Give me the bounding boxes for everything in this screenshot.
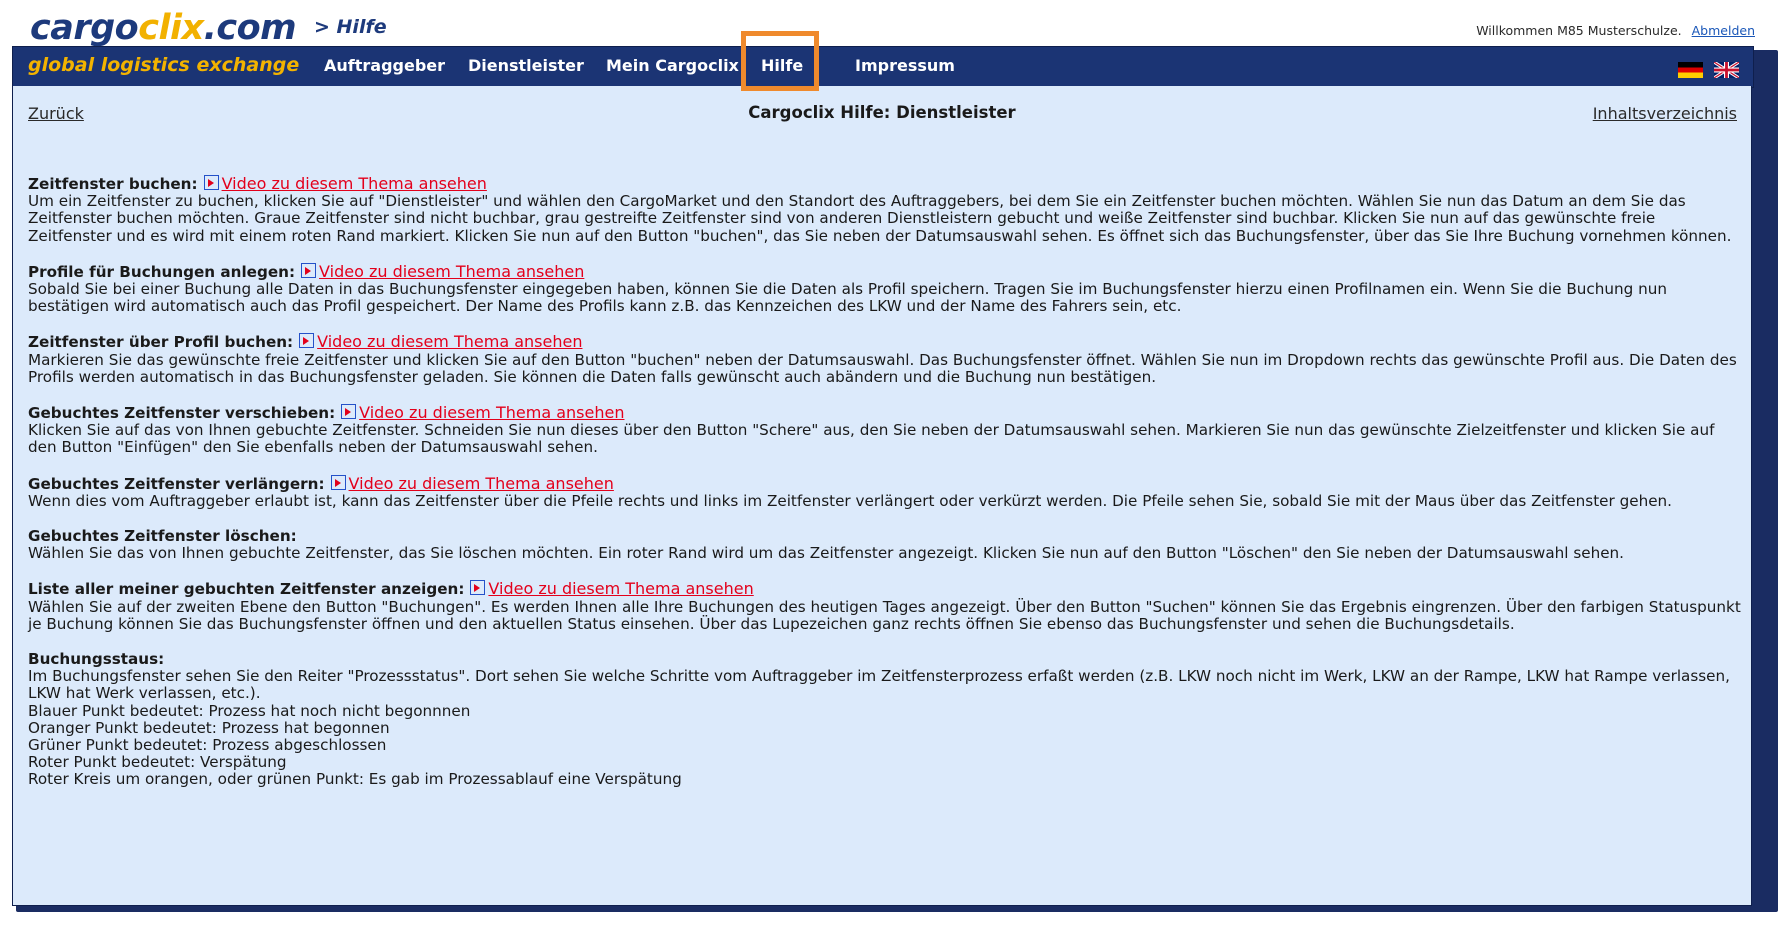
video-play-icon[interactable] xyxy=(203,175,219,190)
video-link[interactable]: Video zu diesem Thema ansehen xyxy=(488,579,753,598)
section-heading: Gebuchtes Zeitfenster löschen: xyxy=(28,527,297,546)
help-section: Liste aller meiner gebuchten Zeitfenster… xyxy=(28,580,1743,633)
video-play-icon[interactable] xyxy=(470,580,486,596)
section-text: Wenn dies vom Auftraggeber erlaubt ist, … xyxy=(28,491,1672,510)
section-heading: Zeitfenster buchen: xyxy=(28,175,198,193)
help-sections: Zeitfenster buchen: Video zu diesem Thema… xyxy=(28,175,1743,807)
section-text: Wählen Sie auf der zweiten Ebene den But… xyxy=(28,597,1741,633)
section-text: Sobald Sie bei einer Buchung alle Daten … xyxy=(28,280,1667,316)
logout-link[interactable]: Abmelden xyxy=(1692,23,1755,38)
status-intro: Im Buchungsfenster sehen Sie den Reiter … xyxy=(28,667,1730,703)
main-nav-bar: global logistics exchange Auftraggeber D… xyxy=(12,46,1754,88)
logo-text-clix: clix xyxy=(138,8,204,48)
video-link[interactable]: Video zu diesem Thema ansehen xyxy=(319,262,584,281)
status-line: Grüner Punkt bedeutet: Prozess abgeschlo… xyxy=(28,736,387,755)
section-heading: Liste aller meiner gebuchten Zeitfenster… xyxy=(28,580,465,599)
page-title: Cargoclix Hilfe: Dienstleister xyxy=(748,103,1016,122)
status-line: Blauer Punkt bedeutet: Prozess hat noch … xyxy=(28,701,471,720)
cargoclix-logo[interactable]: cargoclix.com xyxy=(30,6,297,50)
help-section: Zeitfenster buchen: Video zu diesem Thema… xyxy=(28,175,1743,245)
help-content-panel: Zurück Cargoclix Hilfe: Dienstleister In… xyxy=(12,86,1752,906)
welcome-bar: Willkommen M85 Musterschulze. Abmelden xyxy=(1476,23,1755,38)
logo-text-com: .com xyxy=(203,8,297,48)
uk-flag-icon[interactable] xyxy=(1714,61,1739,78)
section-heading: Gebuchtes Zeitfenster verlängern: xyxy=(28,474,325,493)
status-line: Oranger Punkt bedeutet: Prozess hat bego… xyxy=(28,718,390,737)
status-line: Roter Punkt bedeutet: Verspätung xyxy=(28,753,287,772)
video-play-icon[interactable] xyxy=(301,262,317,278)
status-section: Buchungsstaus: Im Buchungsfenster sehen … xyxy=(28,650,1743,789)
help-section: Zeitfenster über Profil buchen: Video zu … xyxy=(28,333,1743,386)
breadcrumb: > Hilfe xyxy=(314,16,387,38)
help-section: Gebuchtes Zeitfenster verlängern: Video z… xyxy=(28,475,1743,510)
video-play-icon[interactable] xyxy=(299,333,315,349)
section-text: Wählen Sie das von Ihnen gebuchte Zeitfe… xyxy=(28,544,1625,563)
video-link[interactable]: Video zu diesem Thema ansehen xyxy=(349,474,614,493)
page: cargoclix.com > Hilfe Willkommen M85 Mus… xyxy=(0,0,1785,933)
status-line: Roter Kreis um orangen, oder grünen Punk… xyxy=(28,770,682,789)
german-flag-icon[interactable] xyxy=(1677,61,1703,78)
nav-item-auftraggeber[interactable]: Auftraggeber xyxy=(324,56,445,75)
welcome-text: Willkommen M85 Musterschulze. xyxy=(1476,23,1682,38)
video-play-icon[interactable] xyxy=(341,404,357,420)
video-link[interactable]: Video zu diesem Thema ansehen xyxy=(359,403,624,422)
nav-item-mein-cargoclix[interactable]: Mein Cargoclix xyxy=(606,56,739,75)
video-link[interactable]: Video zu diesem Thema ansehen xyxy=(317,332,582,351)
nav-item-impressum[interactable]: Impressum xyxy=(855,56,955,75)
help-section: Profile für Buchungen anlegen: Video zu d… xyxy=(28,263,1743,316)
tagline: global logistics exchange xyxy=(28,54,300,76)
help-section: Gebuchtes Zeitfenster verschieben: Video … xyxy=(28,404,1743,457)
section-heading: Profile für Buchungen anlegen: xyxy=(28,262,296,281)
language-flags xyxy=(1672,59,1739,78)
hilfe-highlight-box xyxy=(741,31,819,91)
video-link[interactable]: Video zu diesem Thema ansehen xyxy=(222,174,487,193)
table-of-contents-link[interactable]: Inhaltsverzeichnis xyxy=(1593,104,1737,123)
logo-text-cargo: cargo xyxy=(30,8,139,48)
section-text: Markieren Sie das gewünschte freie Zeitf… xyxy=(28,350,1737,386)
section-heading: Gebuchtes Zeitfenster verschieben: xyxy=(28,404,336,423)
section-heading: Zeitfenster über Profil buchen: xyxy=(28,333,294,352)
section-text: Klicken Sie auf das von Ihnen gebuchte Z… xyxy=(28,421,1715,457)
section-heading: Buchungsstaus: xyxy=(28,650,165,669)
nav-item-dienstleister[interactable]: Dienstleister xyxy=(468,56,584,75)
video-play-icon[interactable] xyxy=(330,474,346,490)
section-text: Um ein Zeitfenster zu buchen, klicken Si… xyxy=(28,192,1732,245)
help-section: Gebuchtes Zeitfenster löschen: Wählen Si… xyxy=(28,527,1743,563)
